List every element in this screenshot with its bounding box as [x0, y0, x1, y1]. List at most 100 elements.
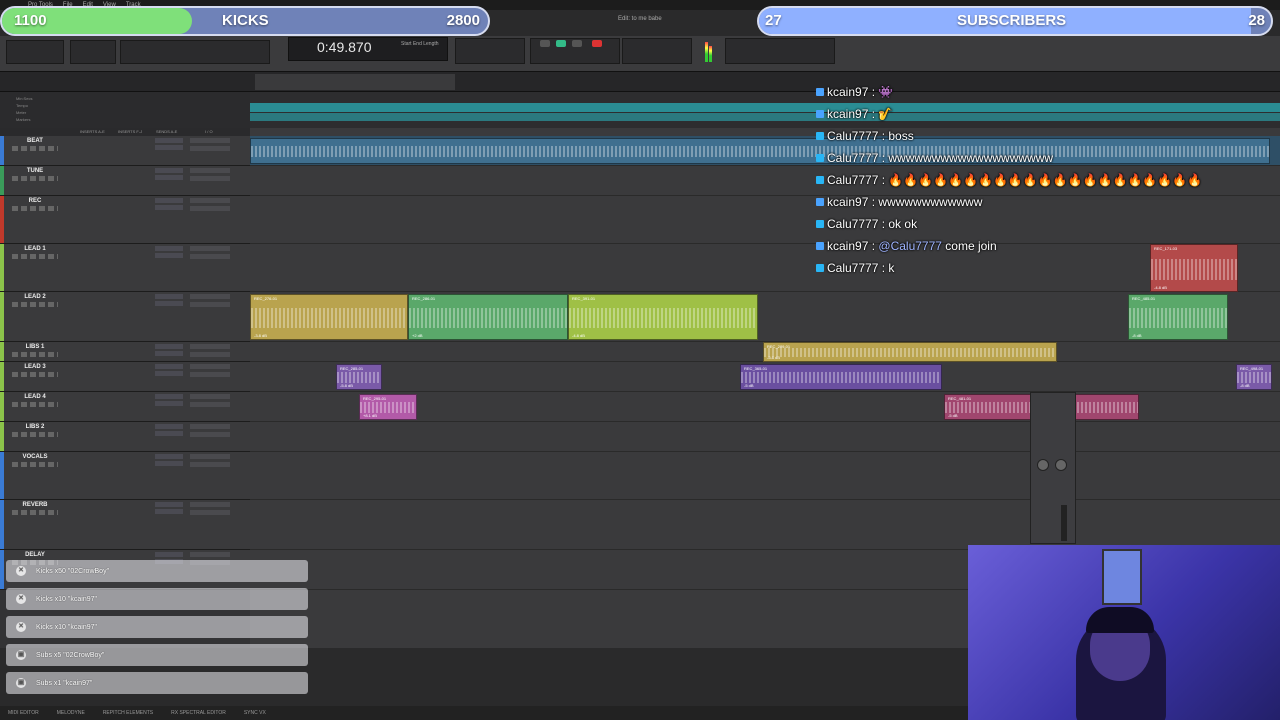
input-selector[interactable] [190, 552, 230, 557]
track-lane[interactable] [250, 244, 1280, 292]
track-header-reverb[interactable]: REVERB [0, 500, 250, 550]
insert-slot[interactable] [155, 401, 183, 406]
track-name[interactable]: BEAT [12, 138, 58, 144]
insert-slot[interactable] [155, 364, 183, 369]
universe-overview[interactable] [0, 72, 1280, 92]
track-name[interactable]: LEAD 3 [12, 364, 58, 370]
rewind-button[interactable] [540, 40, 550, 47]
track-controls[interactable] [12, 146, 58, 151]
input-selector[interactable] [190, 198, 230, 203]
audio-clip[interactable]: REC_365-01 -5 dB [740, 364, 942, 390]
insert-slot[interactable] [155, 424, 183, 429]
track-name[interactable]: VOCALS [12, 454, 58, 460]
count-off-meter[interactable] [622, 38, 692, 64]
output-selector[interactable] [190, 176, 230, 181]
input-selector[interactable] [190, 344, 230, 349]
insert-slot[interactable] [155, 253, 183, 258]
insert-slot[interactable] [155, 198, 183, 203]
input-selector[interactable] [190, 394, 230, 399]
track-controls[interactable] [12, 206, 58, 211]
output-selector[interactable] [190, 146, 230, 151]
track-controls[interactable] [12, 462, 58, 467]
insert-slot[interactable] [155, 371, 183, 376]
track-name[interactable]: LEAD 1 [12, 246, 58, 252]
track-name[interactable]: REC [12, 198, 58, 204]
output-selector[interactable] [190, 402, 230, 407]
grid-nudge[interactable] [455, 38, 525, 64]
output-selector[interactable] [190, 372, 230, 377]
input-selector[interactable] [190, 168, 230, 173]
insert-slot[interactable] [155, 502, 183, 507]
input-selector[interactable] [190, 364, 230, 369]
insert-slot[interactable] [155, 246, 183, 251]
edit-modes[interactable] [6, 40, 64, 64]
track-controls[interactable] [12, 402, 58, 407]
insert-slot[interactable] [155, 509, 183, 514]
track-output-popup[interactable] [1030, 392, 1076, 544]
track-header-libs-1[interactable]: LIBS 1 [0, 342, 250, 362]
track-name[interactable]: REVERB [12, 502, 58, 508]
insert-slot[interactable] [155, 175, 183, 180]
audio-clip[interactable]: REC_171-03 -4.8 dB [1150, 244, 1238, 292]
audio-clip[interactable]: REC_391-01 -4.8 dB [568, 294, 758, 340]
main-counter[interactable]: 0:49.870 Start End Length [288, 37, 448, 61]
track-header-lead-1[interactable]: LEAD 1 [0, 244, 250, 292]
bottom-tab[interactable]: MIDI EDITOR [8, 710, 39, 716]
insert-slot[interactable] [155, 294, 183, 299]
insert-slot[interactable] [155, 145, 183, 150]
track-header-libs-2[interactable]: LIBS 2 [0, 422, 250, 452]
audio-clip[interactable]: REC_289-01 -5.8 dB [763, 342, 1057, 362]
pan-knob-right[interactable] [1055, 459, 1067, 471]
track-lane[interactable] [250, 196, 1280, 244]
timeline-ruler[interactable] [250, 92, 1280, 128]
track-lane[interactable] [250, 500, 1280, 550]
input-selector[interactable] [190, 138, 230, 143]
track-header-lead-2[interactable]: LEAD 2 [0, 292, 250, 342]
track-name[interactable]: LIBS 2 [12, 424, 58, 430]
output-selector[interactable] [190, 510, 230, 515]
forward-button[interactable] [572, 40, 582, 47]
bottom-tab[interactable]: REPITCH ELEMENTS [103, 710, 153, 716]
track-controls[interactable] [12, 510, 58, 515]
track-name[interactable]: TUNE [12, 168, 58, 174]
play-button[interactable] [556, 40, 566, 47]
track-controls[interactable] [12, 372, 58, 377]
tempo-ruler[interactable] [250, 103, 1280, 112]
track-controls[interactable] [12, 352, 58, 357]
bottom-tab[interactable]: SYNC VX [244, 710, 266, 716]
zoom-controls[interactable] [70, 40, 116, 64]
record-button[interactable] [592, 40, 602, 47]
insert-slot[interactable] [155, 454, 183, 459]
track-header-rec[interactable]: REC [0, 196, 250, 244]
beat-audio-clip[interactable] [250, 138, 1270, 164]
insert-slot[interactable] [155, 301, 183, 306]
insert-slot[interactable] [155, 431, 183, 436]
output-selector[interactable] [190, 462, 230, 467]
track-header-vocals[interactable]: VOCALS [0, 452, 250, 500]
input-selector[interactable] [190, 294, 230, 299]
input-selector[interactable] [190, 454, 230, 459]
audio-clip[interactable]: REC_498-01 -8 dB [1236, 364, 1272, 390]
input-selector[interactable] [190, 246, 230, 251]
audio-clip[interactable]: REC_485-01 -8 dB [1128, 294, 1228, 340]
insert-slot[interactable] [155, 394, 183, 399]
audio-clip[interactable]: REC_286-01 +2 dB [408, 294, 568, 340]
audio-clip[interactable]: REC_285-01 -5.8 dB [336, 364, 382, 390]
track-name[interactable]: LIBS 1 [12, 344, 58, 350]
grid-settings[interactable] [725, 38, 835, 64]
insert-slot[interactable] [155, 168, 183, 173]
output-selector[interactable] [190, 254, 230, 259]
track-name[interactable]: DELAY [12, 552, 58, 558]
output-selector[interactable] [190, 352, 230, 357]
volume-fader[interactable] [1061, 505, 1067, 541]
track-controls[interactable] [12, 302, 58, 307]
track-controls[interactable] [12, 432, 58, 437]
insert-slot[interactable] [155, 205, 183, 210]
track-header-lead-4[interactable]: LEAD 4 [0, 392, 250, 422]
output-selector[interactable] [190, 432, 230, 437]
track-header-tune[interactable]: TUNE [0, 166, 250, 196]
output-selector[interactable] [190, 206, 230, 211]
insert-slot[interactable] [155, 552, 183, 557]
track-name[interactable]: LEAD 2 [12, 294, 58, 300]
track-header-beat[interactable]: BEAT [0, 136, 250, 166]
